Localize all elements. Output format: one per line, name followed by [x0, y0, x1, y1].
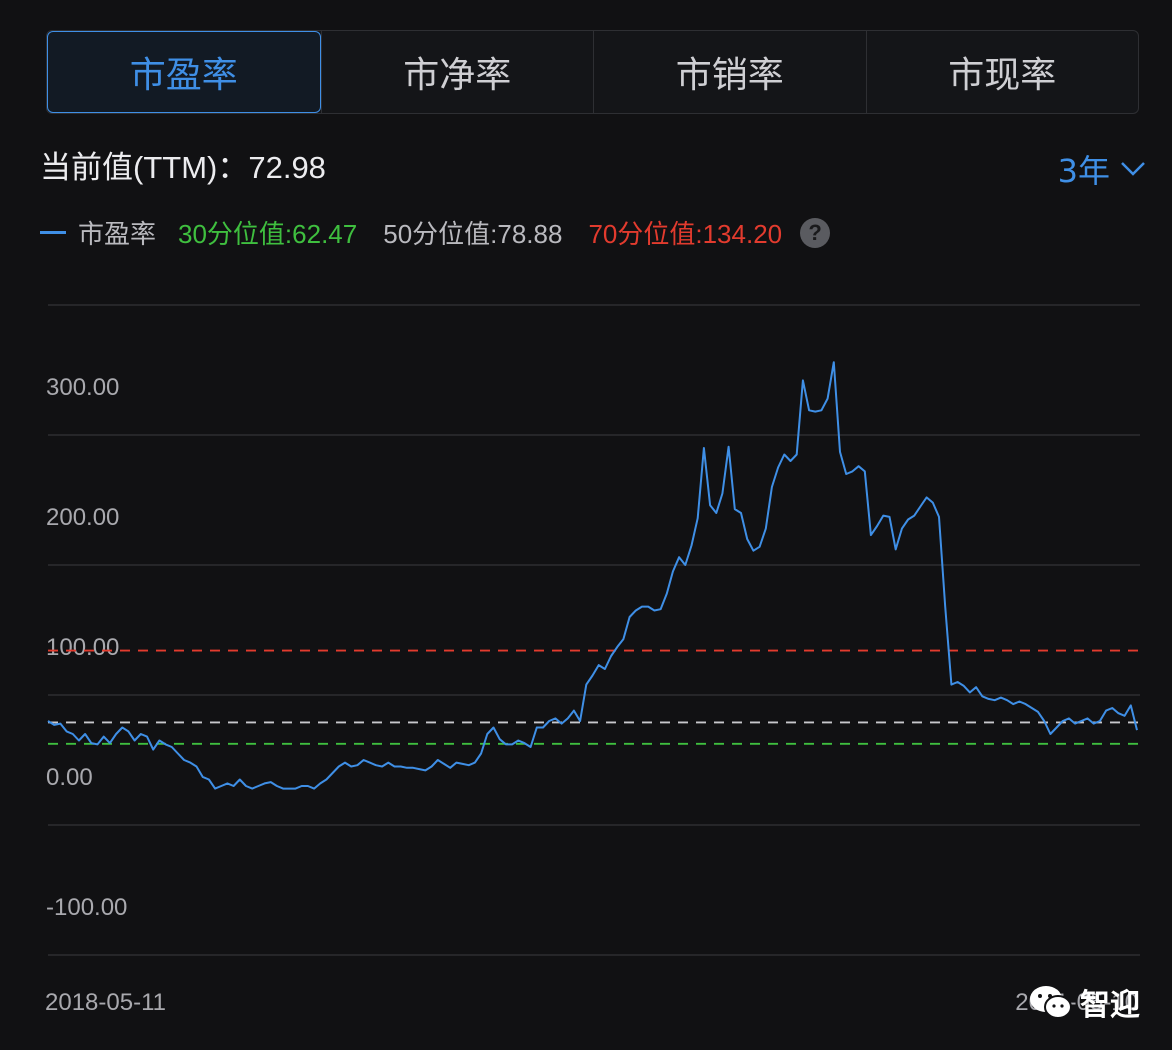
y-tick-label: 300.00 — [46, 374, 119, 401]
y-tick-label: -100.00 — [46, 894, 127, 921]
pe-chart: -100.000.00100.00200.00300.002018-05-11 2… — [45, 304, 1140, 1016]
y-tick-label: 0.00 — [46, 764, 93, 791]
watermark-text: 智迎 — [1080, 988, 1140, 1023]
y-tick-label: 200.00 — [46, 504, 119, 531]
wechat-icon — [1030, 986, 1072, 1019]
y-tick-label: 100.00 — [46, 634, 119, 661]
x-axis-start-label: 2018-05-11 — [45, 989, 166, 1016]
watermark: 智迎 — [1028, 980, 1140, 1024]
series-line-pe — [47, 361, 1138, 790]
